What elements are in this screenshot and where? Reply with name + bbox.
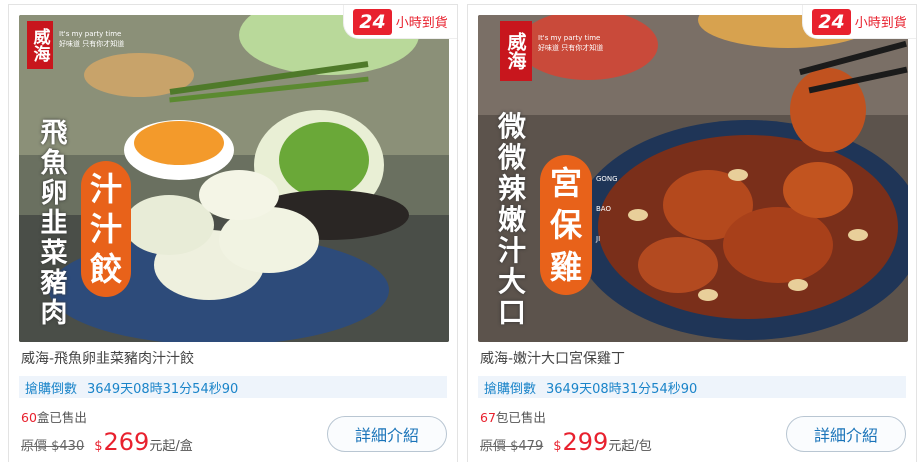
pill-char: 汁 — [89, 210, 122, 248]
tagline-zh: 好味道 只有你才知道 — [538, 44, 604, 52]
sold-count: 60盒已售出 — [21, 407, 87, 426]
original-price: 原價 $479 — [480, 439, 544, 454]
vertical-product-name: 飛 魚 卵 韭 菜 豬 肉 — [37, 119, 71, 329]
pill-char: 宮 — [549, 164, 582, 202]
badge-number: 24 — [353, 8, 392, 35]
vertical-char: 大 — [497, 265, 526, 298]
countdown-value: 3649天08時31分54秒90 — [87, 381, 239, 397]
vertical-char: 口 — [497, 296, 526, 329]
countdown-label: 搶購倒數 — [484, 381, 537, 397]
orange-name-pill: 汁 汁 餃 — [81, 161, 131, 297]
sold-number: 67 — [480, 410, 496, 425]
pinyin-labels: GONG BAO JI — [596, 175, 618, 243]
vertical-char: 汁 — [497, 234, 526, 267]
brand-tagline: It's my party time 好味道 只有你才知道 — [538, 33, 603, 53]
countdown-bar: 搶購倒數 3649天08時31分54秒90 — [19, 376, 447, 398]
pinyin-label: JI — [596, 235, 601, 243]
orange-name-pill: 宮 保 雞 — [540, 155, 592, 295]
currency-symbol: $ — [553, 439, 562, 454]
sold-number: 60 — [21, 410, 37, 425]
pill-char: 餃 — [89, 250, 122, 288]
vertical-char: 肉 — [40, 298, 68, 329]
vertical-char: 魚 — [40, 148, 68, 179]
vertical-product-name: 微 微 辣 嫩 汁 大 口 — [494, 111, 530, 328]
delivery-badge: 24 小時到貨 — [343, 5, 457, 39]
price-amount: 269 — [103, 428, 150, 456]
brand-logo-text: 威海 — [504, 32, 527, 70]
delivery-badge: 24 小時到貨 — [802, 5, 916, 39]
sold-count: 67包已售出 — [480, 407, 546, 426]
sale-price: $299元起/包 — [553, 428, 651, 456]
vertical-char: 微 — [497, 141, 526, 174]
price-unit: 元起/包 — [608, 439, 652, 454]
brand-tagline: It's my party time 好味道 只有你才知道 — [59, 29, 124, 49]
sold-suffix: 盒已售出 — [36, 410, 87, 425]
brand-logo-text: 威海 — [29, 28, 50, 62]
product-title[interactable]: 威海-嫩汁大口宮保雞丁 — [480, 348, 625, 368]
tagline-zh: 好味道 只有你才知道 — [59, 40, 125, 48]
brand-logo: 威海 — [27, 21, 53, 69]
countdown-value: 3649天08時31分54秒90 — [546, 381, 698, 397]
currency-symbol: $ — [94, 439, 103, 454]
vertical-char: 韭 — [40, 208, 68, 239]
price-unit: 元起/盒 — [149, 439, 193, 454]
vertical-char: 辣 — [497, 172, 526, 205]
sale-price: $269元起/盒 — [94, 428, 192, 456]
vertical-char: 飛 — [40, 118, 68, 149]
countdown-bar: 搶購倒數 3649天08時31分54秒90 — [478, 376, 906, 398]
brand-logo: 威海 — [500, 21, 532, 81]
vertical-char: 豬 — [40, 268, 68, 299]
pinyin-label: BAO — [596, 205, 611, 213]
detail-button[interactable]: 詳細介紹 — [327, 416, 447, 452]
product-title[interactable]: 威海-飛魚卵韭菜豬肉汁汁餃 — [21, 348, 194, 368]
vertical-char: 菜 — [40, 238, 68, 269]
badge-text: 小時到貨 — [854, 16, 907, 31]
sold-suffix: 包已售出 — [495, 410, 546, 425]
price-row: 原價 $479 $299元起/包 — [480, 428, 652, 456]
product-card-1[interactable]: 威海 It's my party time 好味道 只有你才知道 飛 魚 卵 韭… — [8, 4, 458, 462]
badge-number: 24 — [812, 8, 851, 35]
vertical-char: 嫩 — [497, 203, 526, 236]
vertical-char: 微 — [497, 110, 526, 143]
tagline-en: It's my party time — [538, 34, 601, 42]
vertical-char: 卵 — [40, 178, 68, 209]
product-card-2[interactable]: 威海 It's my party time 好味道 只有你才知道 微 微 辣 嫩… — [467, 4, 917, 462]
pill-char: 雞 — [549, 248, 582, 286]
badge-text: 小時到貨 — [395, 16, 448, 31]
tagline-en: It's my party time — [59, 30, 122, 38]
countdown-label: 搶購倒數 — [25, 381, 78, 397]
pill-char: 保 — [549, 206, 582, 244]
pill-char: 汁 — [89, 170, 122, 208]
original-price: 原價 $430 — [21, 439, 85, 454]
price-row: 原價 $430 $269元起/盒 — [21, 428, 193, 456]
detail-button[interactable]: 詳細介紹 — [786, 416, 906, 452]
product-image-dumplings[interactable]: 威海 It's my party time 好味道 只有你才知道 飛 魚 卵 韭… — [19, 15, 449, 342]
product-image-kungpao[interactable]: 威海 It's my party time 好味道 只有你才知道 微 微 辣 嫩… — [478, 15, 908, 342]
price-amount: 299 — [562, 428, 609, 456]
pinyin-label: GONG — [596, 175, 618, 183]
